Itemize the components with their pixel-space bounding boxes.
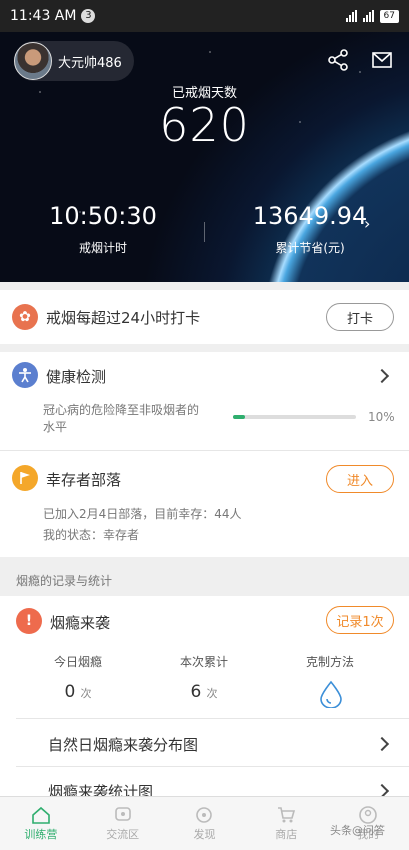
home-icon <box>32 806 50 824</box>
nav-label: 商店 <box>275 827 298 841</box>
stat-total-unit: 次 <box>206 687 218 700</box>
quit-timer-value: 10:50:30 <box>49 202 157 230</box>
quit-timer-label: 戒烟计时 <box>78 241 127 255</box>
section-header: 烟瘾的记录与统计 <box>16 574 113 588</box>
nav-item-shop[interactable]: 商店 <box>245 797 327 850</box>
flag-icon <box>12 465 38 491</box>
nav-label: 训练营 <box>24 827 58 841</box>
cart-icon <box>278 806 296 822</box>
craving-title: 烟瘾来袭 <box>50 614 111 632</box>
tribe-card: 幸存者部落 进入 已加入2月4日部落，目前幸存：44人 我的状态：幸存者 <box>0 451 409 557</box>
stat-today-unit: 次 <box>80 687 92 700</box>
days-value: 620 <box>159 98 250 152</box>
stat-today: 0 次 <box>48 682 108 702</box>
user-profile-pill[interactable]: 大元帅486 <box>14 41 134 81</box>
distribution-chart-link[interactable]: 自然日烟瘾来袭分布图 <box>48 734 198 755</box>
health-progress-fill <box>233 415 246 419</box>
water-drop-icon[interactable] <box>318 680 344 708</box>
craving-card: ! 烟瘾来袭 记录1次 今日烟瘾 0 次 本次累计 6 次 克制方法 自然日烟瘾… <box>0 596 409 801</box>
checkin-title: 戒烟每超过24小时打卡 <box>46 309 201 327</box>
stat-total-label: 本次累计 <box>179 655 228 669</box>
money-saved-value[interactable]: 13649.94 <box>240 202 380 230</box>
health-chevron-right-icon[interactable] <box>374 368 390 384</box>
stat-today-value: 0 <box>64 682 76 702</box>
health-desc-line1: 冠心病的危险降至非吸烟者的 <box>43 403 200 417</box>
chat-icon <box>114 806 131 821</box>
share-icon[interactable] <box>326 48 350 72</box>
health-progress-track <box>233 415 356 419</box>
nav-label: 发现 <box>193 827 216 841</box>
hero-banner: 大元帅486 已戒烟天数 620 10:50:30 戒烟计时 13649.94 … <box>0 32 409 282</box>
signal-2-icon <box>362 10 374 22</box>
stat-today-label: 今日烟瘾 <box>53 655 102 669</box>
tribe-title: 幸存者部落 <box>46 471 122 489</box>
health-title: 健康检测 <box>46 368 107 386</box>
user-name: 大元帅486 <box>58 55 122 71</box>
stat-total: 6 次 <box>174 682 234 702</box>
battery-icon: 67 <box>379 9 399 23</box>
health-progress-text: 10% <box>368 410 395 424</box>
mail-icon[interactable] <box>370 48 394 72</box>
tribe-info-line1: 已加入2月4日部落，目前幸存：44人 <box>43 507 242 521</box>
hero-divider <box>204 222 205 242</box>
person-icon <box>12 362 38 388</box>
health-card: 健康检测 冠心病的危险降至非吸烟者的 水平 10% <box>0 352 409 450</box>
distribution-chevron-right-icon[interactable] <box>374 736 390 752</box>
record-craving-button[interactable]: 记录1次 <box>326 606 394 634</box>
checkin-card: ✿ 戒烟每超过24小时打卡 打卡 <box>0 290 409 344</box>
nav-label: 交流区 <box>106 827 140 841</box>
nav-item-training[interactable]: 训练营 <box>0 797 82 850</box>
tribe-status-line: 我的状态：幸存者 <box>43 528 140 542</box>
user-icon <box>359 805 377 824</box>
money-saved-label: 累计节省(元) <box>275 241 345 255</box>
signal-icon <box>345 10 357 22</box>
alert-icon: ! <box>16 608 42 634</box>
flower-icon: ✿ <box>12 304 38 330</box>
watermark: 头条@问答 <box>330 824 385 837</box>
status-bar: 11:43 AM 3 67 <box>0 0 409 32</box>
nav-item-discover[interactable]: 发现 <box>164 797 246 850</box>
nav-item-community[interactable]: 交流区 <box>82 797 164 850</box>
stat-total-value: 6 <box>190 682 202 702</box>
tribe-enter-button[interactable]: 进入 <box>326 465 394 493</box>
divider <box>16 718 409 719</box>
health-desc-line2: 水平 <box>43 420 68 434</box>
avatar[interactable] <box>14 42 52 80</box>
divider <box>16 766 409 767</box>
status-right-icons: 67 <box>345 9 399 23</box>
notification-count-badge: 3 <box>81 9 96 23</box>
stat-method-label: 克制方法 <box>305 655 354 669</box>
status-time: 11:43 AM <box>10 8 77 24</box>
compass-icon <box>196 806 213 823</box>
checkin-button[interactable]: 打卡 <box>326 303 394 331</box>
money-saved-arrow[interactable]: › <box>364 214 370 233</box>
